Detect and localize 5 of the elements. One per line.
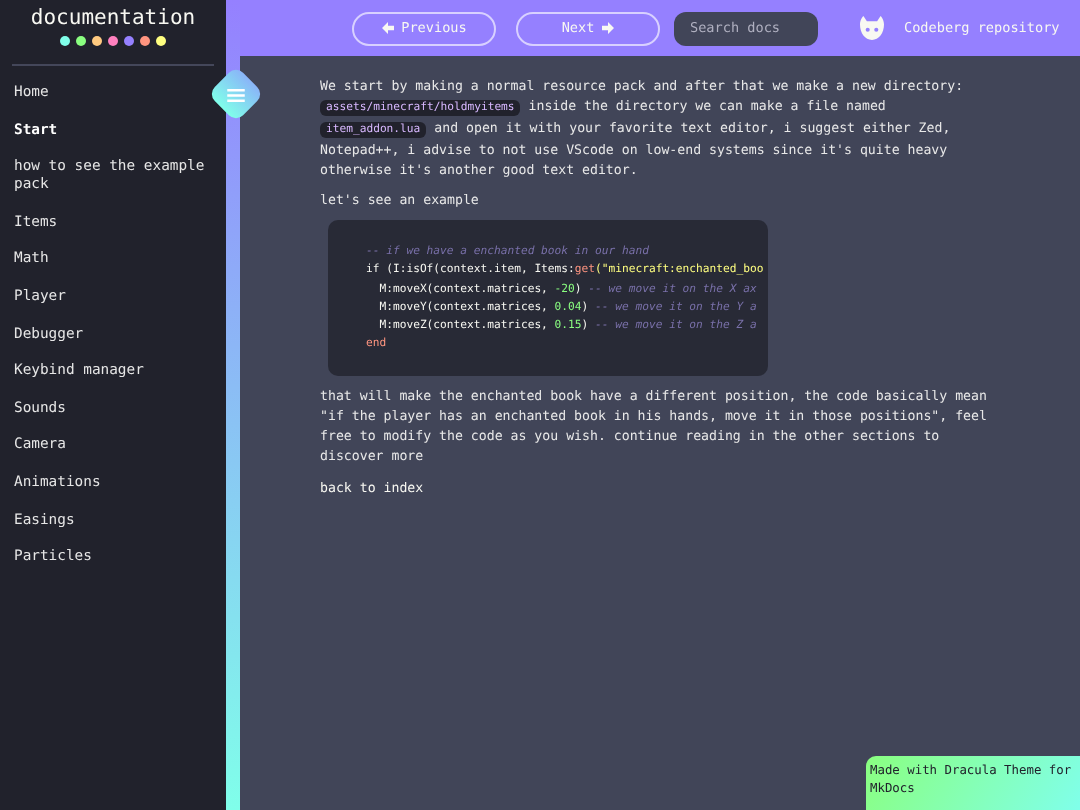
arrow-right-icon [602, 22, 615, 34]
cat-icon [858, 16, 886, 40]
site-title: documentation [28, 6, 198, 30]
menu-icon [227, 87, 245, 101]
arrow-left-icon [381, 22, 394, 34]
